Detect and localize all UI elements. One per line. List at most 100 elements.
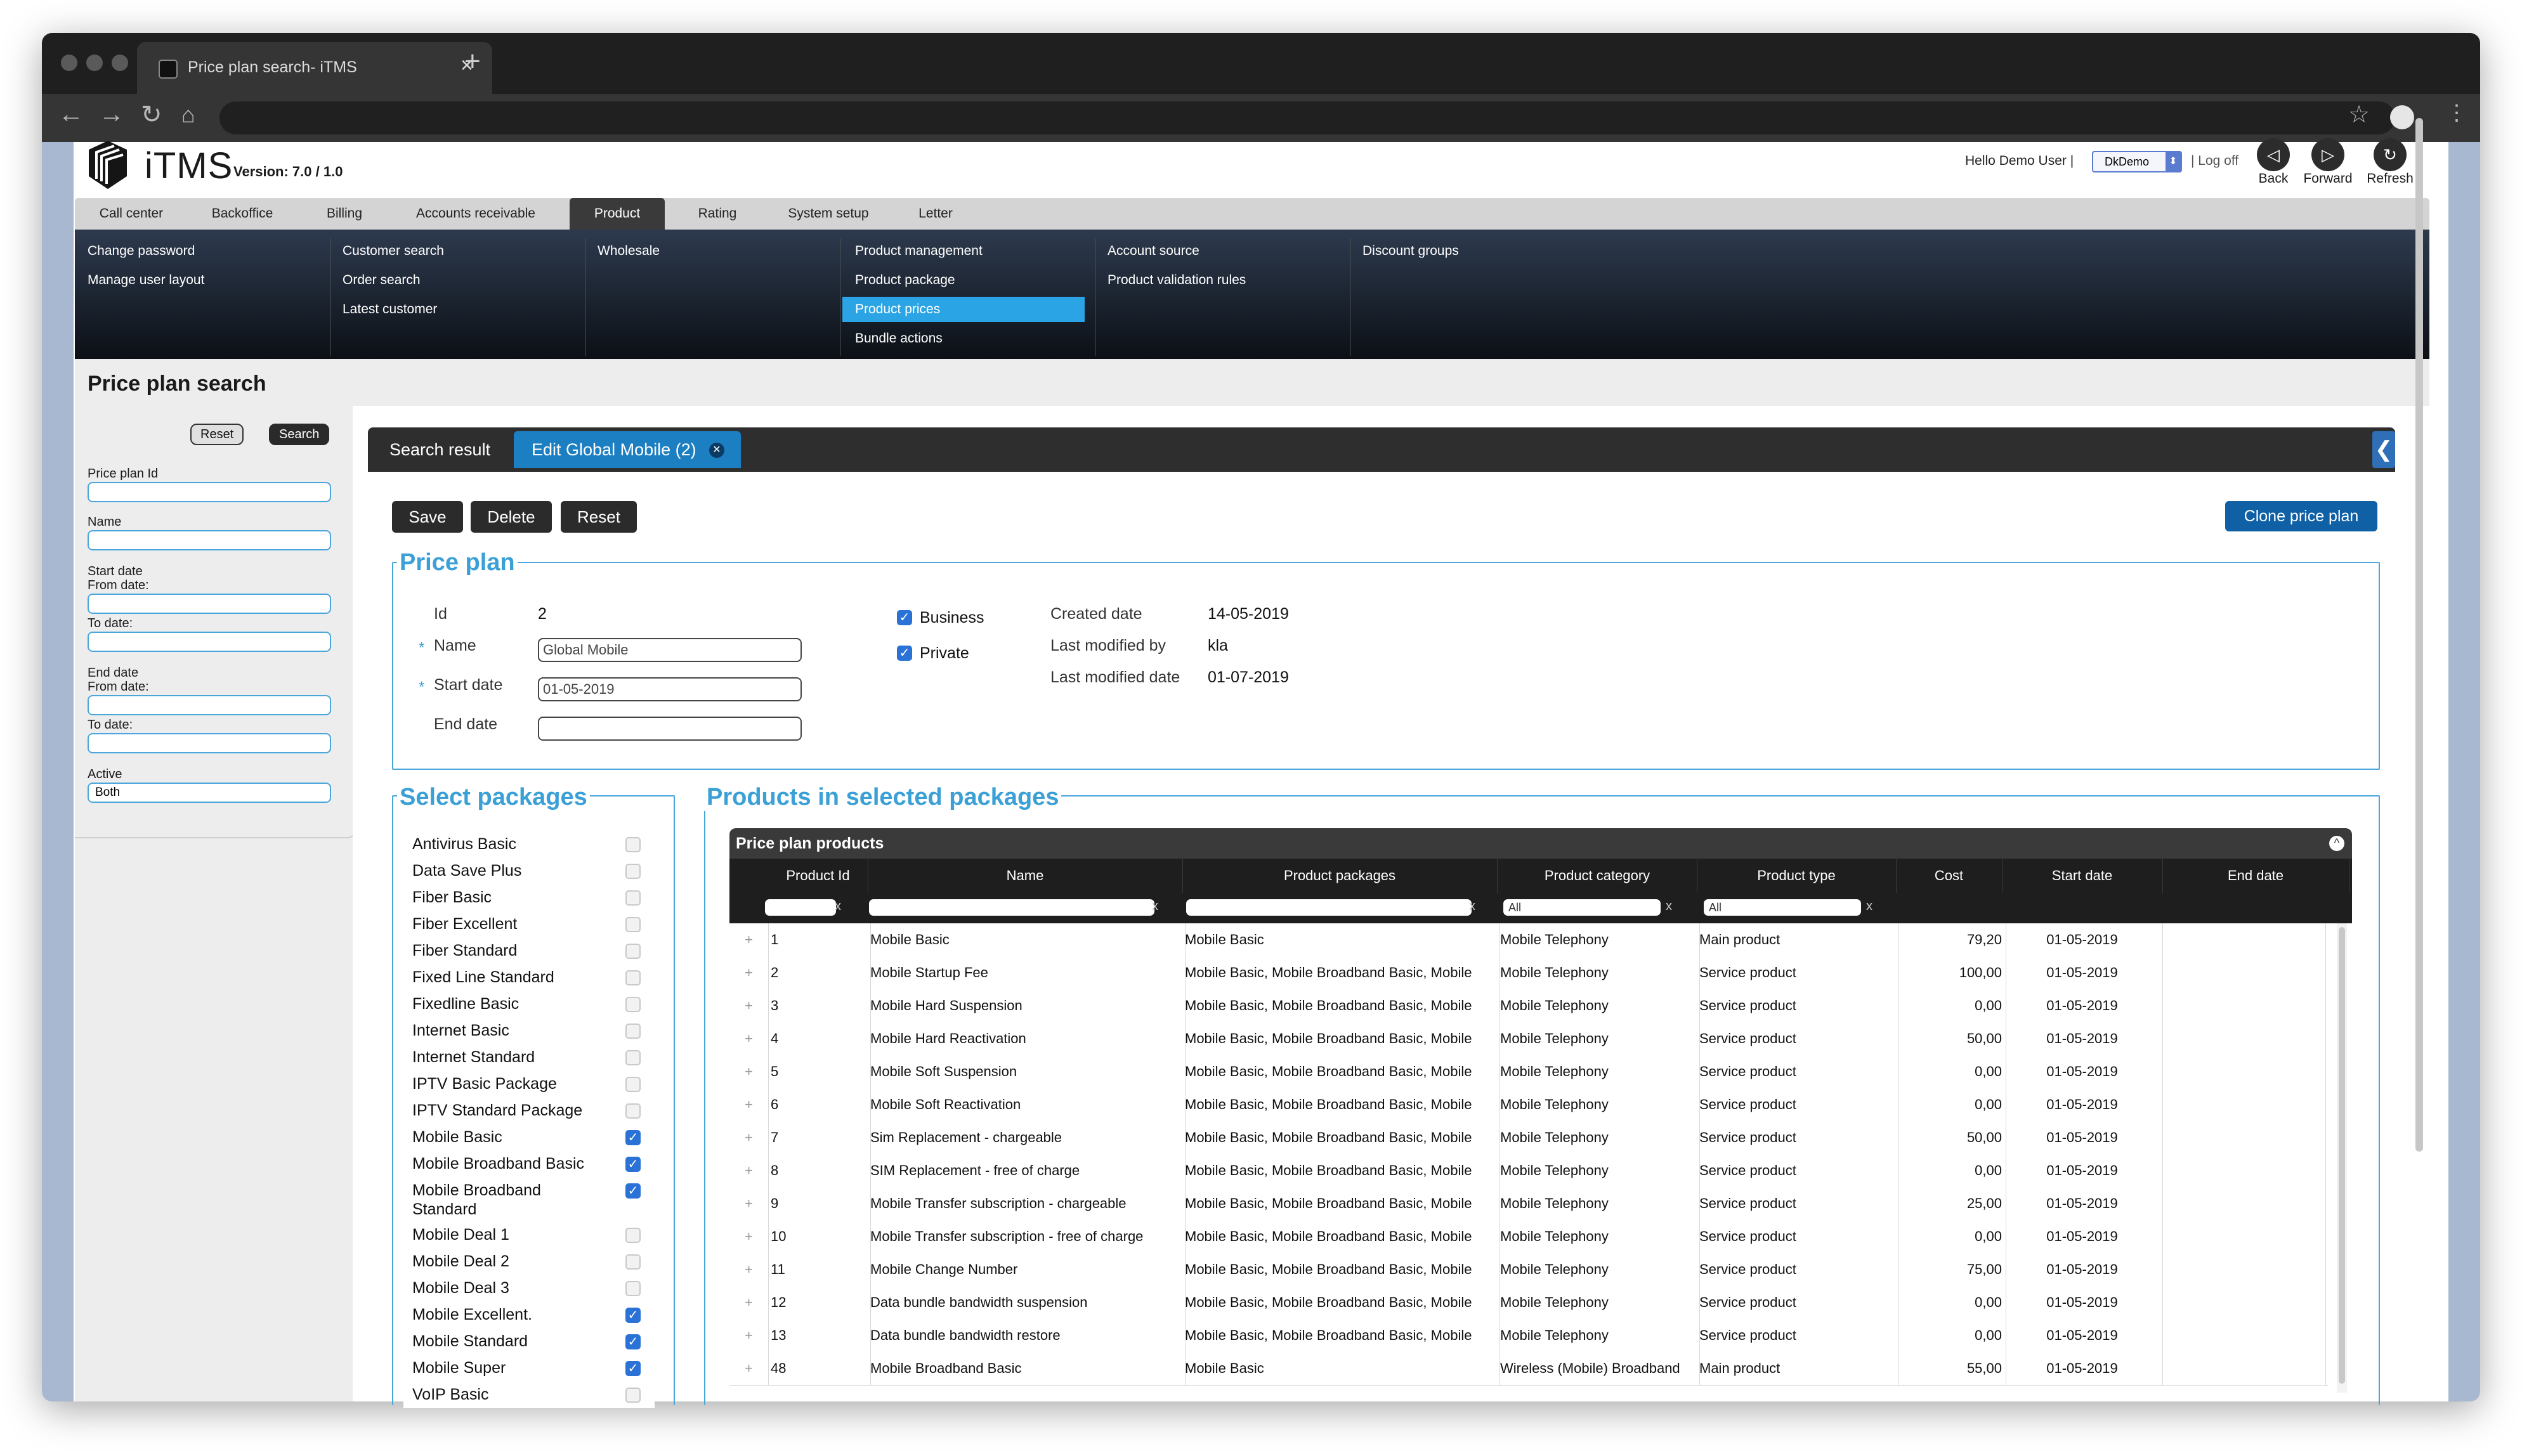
menu-item-call-center[interactable]: Call center [84,198,179,230]
browser-reload-icon[interactable]: ↻ [141,100,162,129]
column-header[interactable]: Product packages [1182,859,1498,893]
submenu-order-search[interactable]: Order search [330,268,585,293]
clear-filter-icon[interactable]: x [1666,899,1672,914]
package-checkbox[interactable]: ✓ [625,1361,641,1376]
package-checkbox[interactable]: ✓ [625,1334,641,1349]
name-input[interactable] [88,530,331,550]
package-checkbox[interactable] [625,1254,641,1270]
expand-row-icon[interactable]: + [729,923,769,956]
package-checkbox[interactable] [625,1024,641,1039]
submenu-product-prices[interactable]: Product prices [842,297,1085,322]
clear-filter-icon[interactable]: x [1152,899,1158,914]
expand-row-icon[interactable]: + [729,1220,769,1253]
package-checkbox[interactable] [625,944,641,959]
table-row[interactable]: +4 Mobile Hard Reactivation Mobile Basic, … [729,1022,2328,1056]
expand-row-icon[interactable]: + [729,1319,769,1352]
filter-packages-input[interactable] [1186,899,1472,916]
menu-item-rating[interactable]: Rating [683,198,752,230]
expand-row-icon[interactable]: + [729,1286,769,1319]
grid-scrollbar[interactable] [2337,923,2347,1393]
window-zoom-dot[interactable] [112,55,128,71]
table-row[interactable]: +48 Mobile Broadband Basic Mobile Basic Wir… [729,1352,2328,1386]
window-minimize-dot[interactable] [86,55,103,71]
browser-menu-icon[interactable]: ⋮ [2446,100,2467,126]
table-row[interactable]: +8 SIM Replacement - free of charge Mobile… [729,1154,2328,1188]
reset-search-button[interactable]: Reset [190,424,244,445]
submenu-manage-user-layout[interactable]: Manage user layout [75,268,330,293]
column-header[interactable]: Product type [1697,859,1897,893]
submenu-latest-customer[interactable]: Latest customer [330,297,585,322]
menu-item-system-setup[interactable]: System setup [771,198,885,230]
expand-row-icon[interactable]: + [729,1253,769,1286]
package-checkbox[interactable]: ✓ [625,1183,641,1199]
price-plan-id-input[interactable] [88,482,331,502]
table-row[interactable]: +10 Mobile Transfer subscription - free o… [729,1220,2328,1254]
business-checkbox[interactable]: ✓ [897,610,912,625]
column-header[interactable]: End date [2162,859,2349,893]
expand-row-icon[interactable]: + [729,989,769,1022]
menu-item-billing[interactable]: Billing [310,198,379,230]
package-checkbox[interactable] [625,1281,641,1296]
package-checkbox[interactable] [625,1050,641,1065]
submenu-discount-groups[interactable]: Discount groups [1350,238,1605,264]
package-checkbox[interactable] [625,890,641,906]
profile-icon[interactable] [2390,105,2414,129]
refresh-icon[interactable]: ↻ [2374,138,2407,171]
package-checkbox[interactable] [625,917,641,932]
forward-label[interactable]: Forward [2296,171,2360,186]
table-row[interactable]: +5 Mobile Soft Suspension Mobile Basic, Mo… [729,1055,2328,1089]
package-checkbox[interactable]: ✓ [625,1308,641,1323]
browser-tab[interactable]: Price plan search- iTMS × [137,42,492,94]
column-header[interactable]: Product Id [768,859,868,893]
delete-button[interactable]: Delete [471,501,552,533]
submenu-product-validation-rules[interactable]: Product validation rules [1095,268,1350,293]
menu-item-product[interactable]: Product [570,198,665,230]
logoff-link[interactable]: | Log off [2191,153,2238,169]
column-header[interactable]: Start date [2002,859,2163,893]
collapse-icon[interactable]: ❮ [2372,431,2395,468]
bookmark-star-icon[interactable]: ☆ [2348,100,2370,129]
filter-category-select[interactable]: All [1503,899,1661,916]
private-checkbox[interactable]: ✓ [897,646,912,661]
package-checkbox[interactable] [625,1103,641,1119]
clear-filter-icon[interactable]: x [1866,899,1872,914]
table-row[interactable]: +9 Mobile Transfer subscription - chargea… [729,1187,2328,1221]
collapse-grid-icon[interactable]: ^ [2329,836,2344,851]
start-from-input[interactable] [88,594,331,614]
package-checkbox[interactable] [625,1228,641,1243]
package-checkbox[interactable] [625,1077,641,1092]
submenu-product-package[interactable]: Product package [842,268,1085,293]
package-checkbox[interactable] [625,970,641,985]
expand-row-icon[interactable]: + [729,1187,769,1220]
end-to-input[interactable] [88,733,331,753]
expand-row-icon[interactable]: + [729,956,769,989]
end-from-input[interactable] [88,695,331,715]
table-row[interactable]: +3 Mobile Hard Suspension Mobile Basic, Mo… [729,989,2328,1023]
window-close-dot[interactable] [61,55,77,71]
menu-item-accounts-receivable[interactable]: Accounts receivable [400,198,552,230]
tenant-select[interactable]: DkDemo ⬍ [2092,151,2182,172]
back-label[interactable]: Back [2242,171,2305,186]
submenu-customer-search[interactable]: Customer search [330,238,585,264]
table-row[interactable]: +1 Mobile Basic Mobile Basic Mobile Telepho… [729,923,2328,957]
table-row[interactable]: +2 Mobile Startup Fee Mobile Basic, Mobile… [729,956,2328,990]
submenu-account-source[interactable]: Account source [1095,238,1350,264]
name-field-input[interactable]: Global Mobile [538,638,802,662]
package-checkbox[interactable] [625,837,641,852]
tab-search-result[interactable]: Search result [372,431,509,468]
package-checkbox[interactable] [625,997,641,1012]
package-checkbox[interactable] [625,864,641,879]
submenu-change-password[interactable]: Change password [75,238,330,264]
close-tab-icon[interactable]: ✕ [709,443,724,458]
column-header[interactable]: Product category [1498,859,1697,893]
table-row[interactable]: +13 Data bundle bandwidth restore Mobile B… [729,1319,2328,1353]
tab-edit-price-plan[interactable]: Edit Global Mobile (2) [514,431,741,468]
package-checkbox[interactable]: ✓ [625,1157,641,1172]
filter-type-select[interactable]: All [1704,899,1861,916]
table-row[interactable]: +7 Sim Replacement - chargeable Mobile Bas… [729,1121,2328,1155]
browser-back-icon[interactable]: ← [58,100,84,129]
expand-row-icon[interactable]: + [729,1154,769,1187]
column-header[interactable]: Name [868,859,1183,893]
menu-item-backoffice[interactable]: Backoffice [198,198,287,230]
submenu-product-management[interactable]: Product management [842,238,1085,264]
